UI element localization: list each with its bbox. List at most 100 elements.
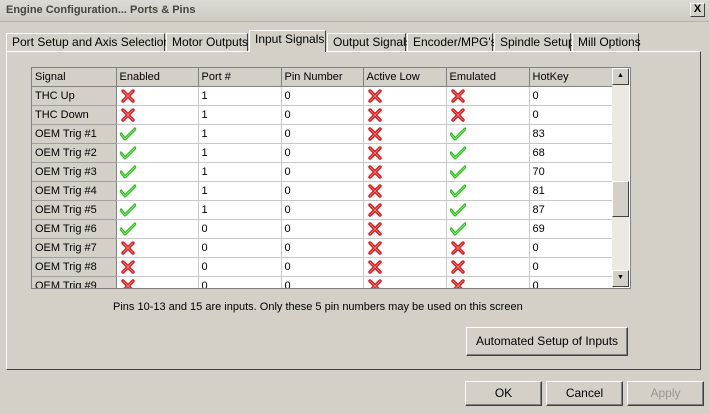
emulated-cell[interactable]: [446, 276, 530, 288]
pin-number-cell[interactable]: 0: [281, 219, 364, 239]
column-header-emulated[interactable]: Emulated: [446, 68, 530, 87]
port-cell[interactable]: 1: [198, 86, 282, 106]
enabled-cell[interactable]: [116, 219, 199, 239]
tab-encoder-mpg[interactable]: Encoder/MPG's: [407, 33, 497, 51]
pin-number-cell[interactable]: 0: [281, 276, 364, 288]
emulated-cell[interactable]: [446, 162, 530, 182]
signal-cell[interactable]: OEM Trig #7: [32, 238, 117, 258]
tab-output-signals[interactable]: Output Signals: [327, 33, 412, 51]
enabled-cell[interactable]: [116, 276, 199, 288]
signal-cell[interactable]: OEM Trig #1: [32, 124, 117, 144]
emulated-cell[interactable]: [446, 124, 530, 144]
column-header-active-low[interactable]: Active Low: [363, 68, 447, 87]
scroll-down-button[interactable]: ▼: [612, 270, 629, 287]
scroll-up-button[interactable]: ▲: [612, 68, 629, 85]
enabled-cell[interactable]: [116, 200, 199, 220]
hotkey-cell[interactable]: 81: [529, 181, 614, 201]
column-header-port[interactable]: Port #: [198, 68, 282, 87]
pin-number-cell[interactable]: 0: [281, 257, 364, 277]
active-low-cell[interactable]: [363, 143, 447, 163]
active-low-cell[interactable]: [363, 181, 447, 201]
emulated-cell[interactable]: [446, 238, 530, 258]
active-low-cell[interactable]: [363, 200, 447, 220]
port-cell[interactable]: 1: [198, 200, 282, 220]
signal-cell[interactable]: OEM Trig #6: [32, 219, 117, 239]
port-cell[interactable]: 1: [198, 143, 282, 163]
tab-mill-options[interactable]: Mill Options: [572, 33, 641, 51]
pin-number-cell[interactable]: 0: [281, 200, 364, 220]
signal-cell[interactable]: OEM Trig #3: [32, 162, 117, 182]
active-low-cell[interactable]: [363, 124, 447, 144]
active-low-cell[interactable]: [363, 105, 447, 125]
pin-number-cell[interactable]: 0: [281, 86, 364, 106]
enabled-cell[interactable]: [116, 105, 199, 125]
active-low-cell[interactable]: [363, 162, 447, 182]
signal-cell[interactable]: OEM Trig #5: [32, 200, 117, 220]
port-cell[interactable]: 1: [198, 162, 282, 182]
emulated-cell[interactable]: [446, 257, 530, 277]
emulated-cell[interactable]: [446, 86, 530, 106]
hotkey-cell[interactable]: 87: [529, 200, 614, 220]
hotkey-cell[interactable]: 0: [529, 105, 614, 125]
enabled-cell[interactable]: [116, 86, 199, 106]
port-cell[interactable]: 0: [198, 238, 282, 258]
enabled-cell[interactable]: [116, 162, 199, 182]
pin-number-cell[interactable]: 0: [281, 181, 364, 201]
tab-input-signals[interactable]: Input Signals: [249, 30, 326, 52]
port-cell[interactable]: 1: [198, 181, 282, 201]
port-cell[interactable]: 1: [198, 105, 282, 125]
column-header-pin-number[interactable]: Pin Number: [281, 68, 364, 87]
active-low-cell[interactable]: [363, 257, 447, 277]
emulated-cell[interactable]: [446, 181, 530, 201]
ok-button[interactable]: OK: [465, 381, 542, 406]
enabled-cell[interactable]: [116, 257, 199, 277]
active-low-cell[interactable]: [363, 238, 447, 258]
tab-motor-outputs[interactable]: Motor Outputs: [166, 33, 248, 51]
column-header-hotkey[interactable]: HotKey: [529, 68, 614, 87]
column-header-signal[interactable]: Signal: [32, 68, 117, 87]
signal-cell[interactable]: OEM Trig #8: [32, 257, 117, 277]
active-low-cell[interactable]: [363, 86, 447, 106]
hotkey-cell[interactable]: 0: [529, 238, 614, 258]
pin-number-cell[interactable]: 0: [281, 143, 364, 163]
port-cell[interactable]: 0: [198, 219, 282, 239]
emulated-cell[interactable]: [446, 219, 530, 239]
pin-number-cell[interactable]: 0: [281, 124, 364, 144]
signal-cell[interactable]: OEM Trig #9: [32, 276, 117, 288]
signal-cell[interactable]: OEM Trig #4: [32, 181, 117, 201]
hotkey-cell[interactable]: 68: [529, 143, 614, 163]
port-cell[interactable]: 0: [198, 276, 282, 288]
hotkey-cell[interactable]: 0: [529, 257, 614, 277]
signal-cell[interactable]: THC Up: [32, 86, 117, 106]
hotkey-cell[interactable]: 0: [529, 276, 614, 288]
apply-button[interactable]: Apply: [627, 381, 704, 406]
scroll-thumb[interactable]: [612, 181, 629, 217]
emulated-cell[interactable]: [446, 143, 530, 163]
enabled-cell[interactable]: [116, 143, 199, 163]
hotkey-cell[interactable]: 83: [529, 124, 614, 144]
automated-setup-button[interactable]: Automated Setup of Inputs: [466, 327, 628, 356]
close-button[interactable]: X: [690, 3, 705, 17]
port-cell[interactable]: 0: [198, 257, 282, 277]
enabled-cell[interactable]: [116, 181, 199, 201]
hotkey-cell[interactable]: 70: [529, 162, 614, 182]
signal-cell[interactable]: THC Down: [32, 105, 117, 125]
active-low-cell[interactable]: [363, 219, 447, 239]
grid-vertical-scrollbar[interactable]: ▲ ▼: [612, 68, 629, 287]
signal-cell[interactable]: OEM Trig #2: [32, 143, 117, 163]
column-header-enabled[interactable]: Enabled: [116, 68, 199, 87]
hotkey-cell[interactable]: 0: [529, 86, 614, 106]
enabled-cell[interactable]: [116, 124, 199, 144]
pin-number-cell[interactable]: 0: [281, 238, 364, 258]
tab-spindle-setup[interactable]: Spindle Setup: [494, 33, 575, 51]
pin-number-cell[interactable]: 0: [281, 162, 364, 182]
port-cell[interactable]: 1: [198, 124, 282, 144]
emulated-cell[interactable]: [446, 200, 530, 220]
emulated-cell[interactable]: [446, 105, 530, 125]
enabled-cell[interactable]: [116, 238, 199, 258]
tab-port-setup[interactable]: Port Setup and Axis Selection: [6, 33, 170, 51]
hotkey-cell[interactable]: 69: [529, 219, 614, 239]
pin-number-cell[interactable]: 0: [281, 105, 364, 125]
active-low-cell[interactable]: [363, 276, 447, 288]
cancel-button[interactable]: Cancel: [546, 381, 623, 406]
